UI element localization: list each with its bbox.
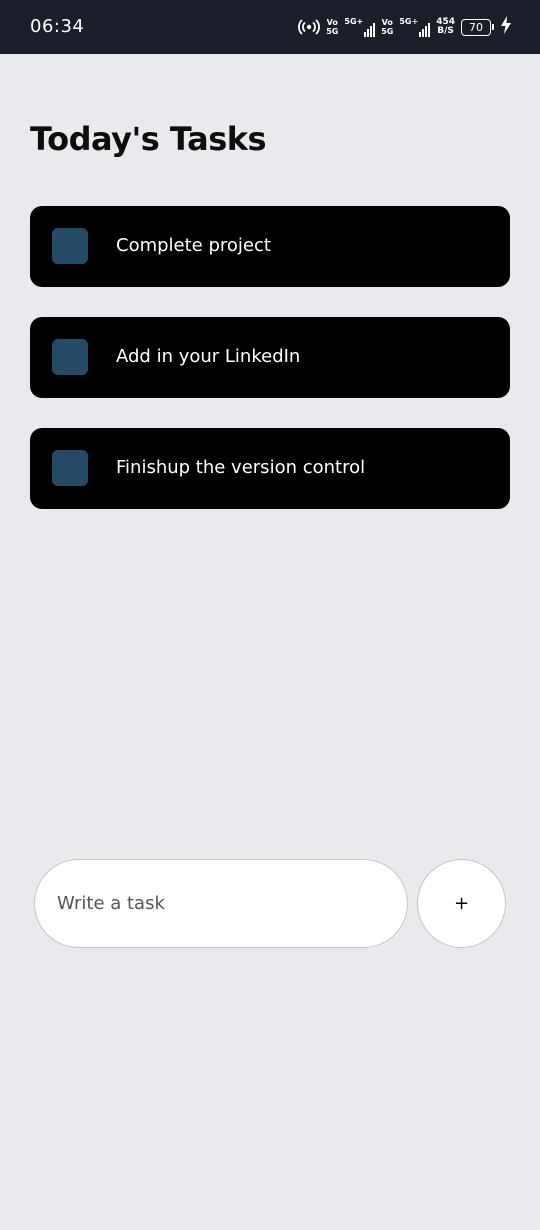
signal-icon: 5G+ [399,17,431,37]
status-icons: Vo 5G 5G+ Vo 5G 5G+ 454 B/S 70 [298,14,512,40]
sim2-volte: Vo 5G [381,18,393,36]
speed-unit: B/S [437,26,454,36]
sim2-sub: 5G [381,27,394,36]
sim1-tag: Vo [326,18,338,27]
status-time: 06:34 [30,16,85,37]
sim1-sub: 5G [326,27,339,36]
task-item[interactable]: Finishup the version control [30,428,510,509]
task-label: Complete project [116,235,271,256]
charging-icon [500,16,512,38]
sim2-tag: Vo [381,18,393,27]
task-item[interactable]: Add in your LinkedIn [30,317,510,398]
status-bar: 06:34 Vo 5G 5G+ Vo 5G 5G+ 454 B/S 70 [0,0,540,54]
sim1-signal-label: 5G+ [344,17,364,26]
signal-icon: 5G+ [344,17,376,37]
task-checkbox[interactable] [52,228,88,264]
task-label: Add in your LinkedIn [116,346,301,367]
task-checkbox[interactable] [52,339,88,375]
task-input[interactable] [34,859,408,948]
new-task-row: + [34,859,506,948]
battery-icon: 70 [461,18,494,36]
task-checkbox[interactable] [52,450,88,486]
network-speed: 454 B/S [436,18,455,36]
page-title: Today's Tasks [30,120,267,158]
sim2-signal-label: 5G+ [399,17,419,26]
hotspot-icon [298,18,321,36]
task-item[interactable]: Complete project [30,206,510,287]
battery-level: 70 [461,18,491,36]
add-task-button[interactable]: + [417,859,506,948]
task-list: Complete project Add in your LinkedIn Fi… [30,206,510,539]
task-label: Finishup the version control [116,457,366,478]
sim1-volte: Vo 5G [326,18,338,36]
